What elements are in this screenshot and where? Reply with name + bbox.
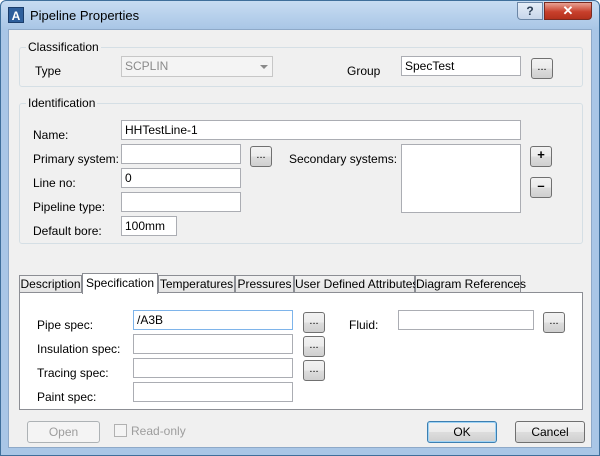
- name-field[interactable]: HHTestLine-1: [121, 120, 521, 140]
- pipeline-properties-dialog: A Pipeline Properties ? ✕ Classification…: [0, 0, 600, 456]
- cancel-button[interactable]: Cancel: [515, 421, 585, 443]
- open-button[interactable]: Open: [27, 421, 100, 443]
- fluid-browse-button[interactable]: ...: [543, 312, 565, 333]
- pipe-spec-label: Pipe spec:: [37, 318, 94, 332]
- close-button[interactable]: ✕: [544, 2, 592, 20]
- dialog-body: Classification Type SCPLIN Group SpecTes…: [8, 29, 592, 448]
- primary-system-field[interactable]: [121, 144, 241, 164]
- remove-secondary-system-button[interactable]: –: [530, 177, 552, 198]
- tracing-spec-field[interactable]: [133, 358, 293, 378]
- insulation-spec-label: Insulation spec:: [37, 342, 121, 356]
- insulation-spec-browse-button[interactable]: ...: [303, 336, 325, 357]
- readonly-label: Read-only: [131, 424, 186, 438]
- chevron-down-icon: [260, 65, 268, 69]
- app-icon: A: [8, 7, 24, 23]
- group-browse-button[interactable]: ...: [531, 58, 553, 79]
- fluid-field[interactable]: [398, 310, 534, 330]
- line-no-field[interactable]: 0: [121, 168, 241, 188]
- default-bore-label: Default bore:: [33, 224, 102, 238]
- fluid-label: Fluid:: [349, 318, 379, 332]
- tab-specification[interactable]: Specification: [82, 273, 158, 294]
- readonly-checkbox[interactable]: [114, 424, 127, 437]
- insulation-spec-field[interactable]: [133, 334, 293, 354]
- group-label: Group: [347, 64, 381, 78]
- tracing-spec-label: Tracing spec:: [37, 366, 109, 380]
- type-label: Type: [35, 64, 62, 78]
- add-secondary-system-button[interactable]: +: [530, 146, 552, 167]
- window-title: Pipeline Properties: [30, 8, 140, 23]
- pipe-spec-field[interactable]: /A3B: [133, 310, 293, 330]
- paint-spec-label: Paint spec:: [37, 390, 97, 404]
- secondary-systems-label: Secondary systems:: [289, 152, 398, 166]
- primary-system-label: Primary system:: [33, 152, 120, 166]
- pipeline-type-label: Pipeline type:: [33, 200, 106, 214]
- line-no-label: Line no:: [33, 176, 76, 190]
- tab-pressures[interactable]: Pressures: [235, 275, 294, 293]
- type-combobox[interactable]: SCPLIN: [121, 56, 273, 77]
- tab-description[interactable]: Description: [19, 275, 82, 293]
- classification-title: Classification: [26, 40, 101, 54]
- title-bar: A Pipeline Properties ? ✕: [1, 1, 599, 29]
- ok-button[interactable]: OK: [427, 421, 497, 443]
- paint-spec-field[interactable]: [133, 382, 293, 402]
- tab-temperatures[interactable]: Temperatures: [158, 275, 235, 293]
- tab-user-defined-attributes[interactable]: User Defined Attributes: [294, 275, 418, 293]
- group-field[interactable]: SpecTest: [401, 56, 521, 76]
- name-label: Name:: [33, 128, 69, 142]
- pipeline-type-field[interactable]: [121, 192, 241, 212]
- type-value: SCPLIN: [125, 59, 169, 73]
- pipe-spec-browse-button[interactable]: ...: [303, 312, 325, 333]
- primary-system-browse-button[interactable]: ...: [250, 146, 272, 167]
- tab-diagram-references[interactable]: Diagram References: [415, 275, 526, 293]
- secondary-systems-list[interactable]: [401, 144, 521, 213]
- tracing-spec-browse-button[interactable]: ...: [303, 360, 325, 381]
- identification-title: Identification: [26, 96, 98, 110]
- help-button[interactable]: ?: [517, 2, 543, 20]
- default-bore-field[interactable]: 100mm: [121, 216, 177, 236]
